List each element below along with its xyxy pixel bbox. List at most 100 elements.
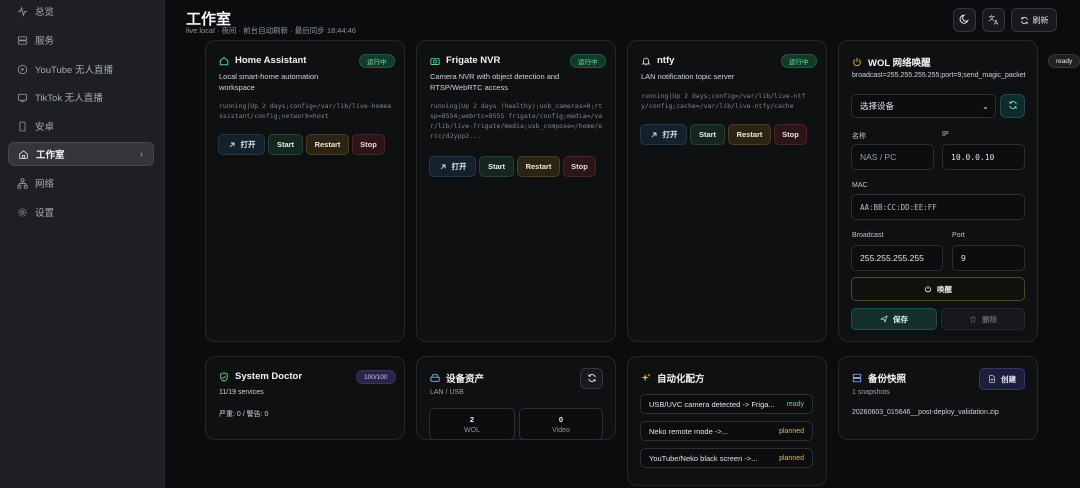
sidebar-item-settings[interactable]: 设置 bbox=[8, 200, 154, 224]
sidebar-item-label: 工作室 bbox=[36, 150, 65, 161]
refresh-assets-button[interactable] bbox=[580, 368, 603, 389]
open-button[interactable]: 打开 bbox=[640, 124, 687, 145]
service-card-ntfy bbox=[627, 40, 827, 342]
sidebar-item-tiktok-live[interactable]: TikTok 无人直播 bbox=[8, 85, 154, 109]
restart-button[interactable]: Restart bbox=[517, 156, 560, 177]
device-select[interactable]: 选择设备 ⌄ bbox=[851, 94, 996, 118]
bell-icon bbox=[641, 56, 651, 66]
open-button[interactable]: 打开 bbox=[218, 134, 265, 155]
camera-icon bbox=[430, 56, 440, 66]
server-icon bbox=[17, 35, 28, 46]
network-icon bbox=[17, 177, 28, 189]
wol-info: broadcast=255.255.255.255;port=9;send_ma… bbox=[852, 72, 1026, 79]
power-icon bbox=[924, 285, 937, 293]
chevron-down-icon: ⌄ bbox=[981, 100, 989, 111]
start-button[interactable]: Start bbox=[479, 156, 514, 177]
service-description: LAN notification topic server bbox=[641, 72, 735, 81]
recipe-item[interactable]: Neko remote mode ->... planned bbox=[640, 421, 813, 441]
sidebar-item-youtube-live[interactable]: YouTube 无人直播 bbox=[8, 57, 154, 81]
sidebar-item-label: 网络 bbox=[35, 179, 55, 190]
ip-label: IP bbox=[942, 131, 949, 138]
translate-icon: 文A bbox=[988, 13, 1000, 27]
page-subtitle: live.local · 夜间 · 前台自动刷新 · 最后同步 18:44:46 bbox=[186, 26, 357, 35]
ip-field[interactable]: 10.0.0.10 bbox=[942, 144, 1025, 170]
stop-button[interactable]: Stop bbox=[352, 134, 385, 155]
assets-subtitle: LAN / USB bbox=[430, 389, 464, 396]
broadcast-field[interactable]: 255.255.255.255 bbox=[851, 245, 943, 271]
service-title: Home Assistant bbox=[219, 55, 306, 66]
recipe-status: ready bbox=[786, 400, 804, 408]
power-icon bbox=[852, 57, 862, 67]
svg-text:A: A bbox=[994, 20, 999, 26]
mac-field[interactable]: AA:BB:CC:DD:EE:FF bbox=[851, 194, 1025, 220]
stop-button[interactable]: Stop bbox=[563, 156, 596, 177]
wol-title: WOL 网络唤醒 bbox=[852, 55, 931, 69]
moon-icon bbox=[959, 13, 971, 27]
translate-button[interactable]: 文A bbox=[982, 8, 1005, 32]
archive-icon bbox=[852, 373, 862, 383]
port-label: Port bbox=[952, 232, 965, 239]
service-description: Camera NVR with object detection and RTS… bbox=[430, 72, 560, 92]
sidebar-item-label: YouTube 无人直播 bbox=[35, 65, 113, 76]
port-field[interactable]: 9 bbox=[952, 245, 1025, 271]
sidebar-item-overview[interactable]: 总览 bbox=[8, 0, 154, 23]
score-badge: 100/100 bbox=[356, 370, 396, 384]
system-doctor-title: System Doctor bbox=[219, 371, 302, 382]
refresh-label: 刷新 bbox=[1032, 15, 1049, 25]
mac-label: MAC bbox=[852, 182, 868, 189]
sidebar-item-label: TikTok 无人直播 bbox=[35, 93, 103, 104]
sidebar-item-label: 设置 bbox=[35, 208, 55, 219]
recipe-item[interactable]: YouTube/Neko black screen ->... planned bbox=[640, 448, 813, 468]
refresh-devices-button[interactable] bbox=[1000, 94, 1025, 118]
system-doctor-card bbox=[205, 356, 405, 440]
wol-count-stat: 2 WOL bbox=[429, 408, 515, 440]
refresh-icon bbox=[587, 373, 597, 385]
start-button[interactable]: Start bbox=[690, 124, 725, 145]
delete-button[interactable]: 删除 bbox=[941, 308, 1025, 330]
service-title: Frigate NVR bbox=[430, 55, 500, 66]
refresh-icon bbox=[1020, 16, 1029, 25]
file-plus-icon bbox=[988, 375, 1001, 383]
snapshot-file[interactable]: 20260603_015646__post-deploy_validation.… bbox=[852, 409, 999, 416]
sidebar-item-network[interactable]: 网络 bbox=[8, 171, 154, 195]
home-icon bbox=[18, 149, 29, 160]
start-button[interactable]: Start bbox=[268, 134, 303, 155]
gear-icon bbox=[17, 207, 28, 218]
sidebar-item-services[interactable]: 服务 bbox=[8, 28, 154, 52]
service-title: ntfy bbox=[641, 55, 674, 66]
restart-button[interactable]: Restart bbox=[306, 134, 349, 155]
service-detail: running|Up 2 days;config=/var/lib/live-h… bbox=[219, 102, 392, 120]
recipe-item[interactable]: USB/UVC camera detected -> Friga... read… bbox=[640, 394, 813, 414]
sidebar-item-android[interactable]: 安卓 bbox=[8, 114, 154, 138]
snapshot-count: 1 snapshots bbox=[852, 389, 890, 396]
hard-drive-icon bbox=[430, 373, 440, 383]
service-detail: running|Up 2 days (healthy);usb_cameras=… bbox=[430, 102, 603, 140]
status-badge: ready bbox=[1048, 54, 1080, 68]
create-snapshot-button[interactable]: 创建 bbox=[979, 368, 1025, 390]
sidebar: 总览 服务 YouTube 无人直播 TikTok 无人直播 安卓 工作室 › … bbox=[0, 0, 165, 488]
status-badge: 运行中 bbox=[570, 54, 606, 68]
name-label: 名称 bbox=[852, 133, 866, 140]
refresh-button[interactable]: 刷新 bbox=[1011, 8, 1057, 32]
wake-button[interactable]: 唤醒 bbox=[851, 277, 1025, 301]
sidebar-item-studio[interactable]: 工作室 › bbox=[8, 142, 154, 166]
restart-button[interactable]: Restart bbox=[728, 124, 771, 145]
activity-icon bbox=[17, 5, 28, 17]
save-button[interactable]: 保存 bbox=[851, 308, 937, 330]
service-detail: running|Up 2 days;config=/var/lib/live-n… bbox=[641, 92, 806, 110]
play-circle-icon bbox=[17, 64, 28, 75]
stop-button[interactable]: Stop bbox=[774, 124, 807, 145]
open-button[interactable]: 打开 bbox=[429, 156, 476, 177]
video-count-stat: 0 Video bbox=[519, 408, 603, 440]
name-field[interactable]: NAS / PC bbox=[851, 144, 934, 170]
chevron-right-icon: › bbox=[140, 149, 143, 159]
automation-title: 自动化配方 bbox=[641, 371, 705, 385]
theme-toggle-button[interactable] bbox=[953, 8, 976, 32]
recipe-status: planned bbox=[779, 454, 804, 462]
sidebar-item-label: 安卓 bbox=[35, 122, 55, 133]
phone-icon bbox=[17, 121, 28, 132]
backup-title: 备份快照 bbox=[852, 371, 906, 385]
services-count: 11/19 services bbox=[219, 389, 264, 396]
home-icon bbox=[219, 56, 229, 66]
recipe-status: planned bbox=[779, 427, 804, 435]
